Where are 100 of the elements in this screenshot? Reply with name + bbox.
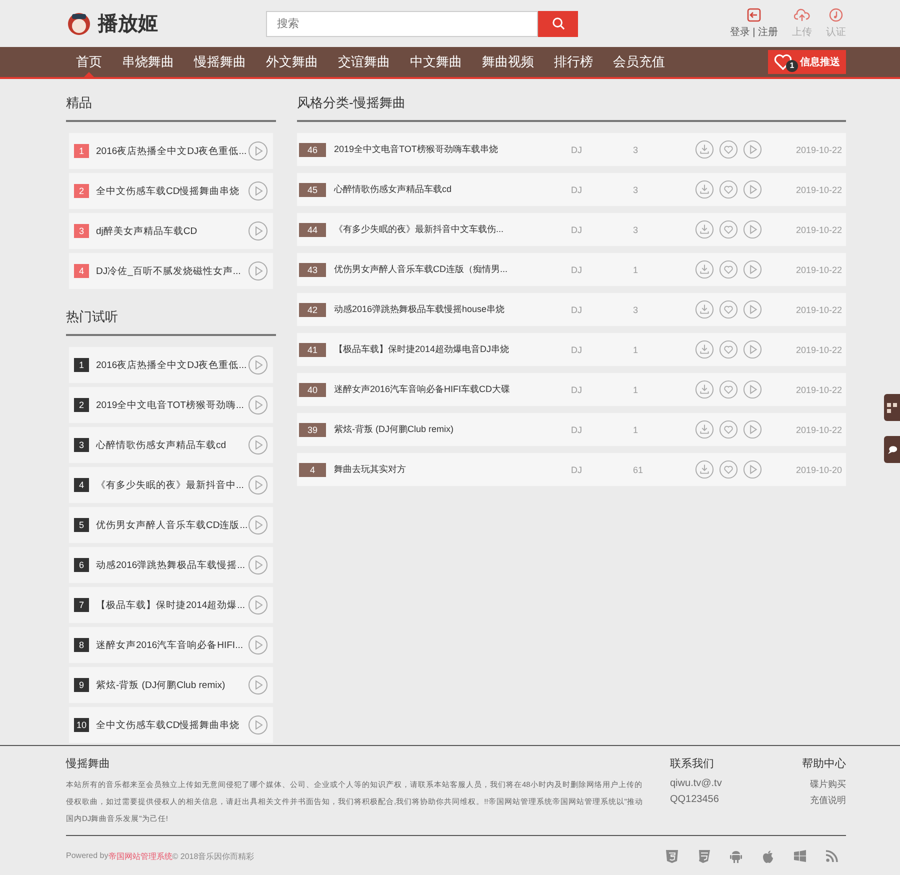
nav-tab[interactable]: 外文舞曲 [256,47,328,77]
nav-tab[interactable]: 交谊舞曲 [328,47,400,77]
track-row[interactable]: 45 心醉情歌伤感女声精品车载cd DJ 3 2019-10-22 [297,173,846,206]
nav-tab[interactable]: 舞曲视频 [472,47,544,77]
download-icon[interactable] [695,340,714,359]
nav-tab[interactable]: 排行榜 [544,47,603,77]
track-title[interactable]: 优伤男女声醉人音乐车载CD连版（痴情男... [334,263,571,276]
rss-icon[interactable] [826,850,838,862]
play-icon[interactable] [248,635,268,655]
play-icon[interactable] [248,141,268,161]
song-item[interactable]: 10 全中文伤感车载CD慢摇舞曲串烧 [69,707,273,743]
song-title[interactable]: 紫炫-背叛 (DJ何鹏Club remix) [96,678,248,692]
song-title[interactable]: dj醉美女声精品车载CD [96,224,248,238]
download-icon[interactable] [695,460,714,479]
download-icon[interactable] [695,260,714,279]
song-item[interactable]: 7 【极品车载】保时捷2014超劲爆... [69,587,273,623]
notification-button[interactable]: 1 信息推送 [768,50,846,74]
track-title[interactable]: 【极品车载】保时捷2014超劲爆电音DJ串烧 [334,343,571,356]
song-title[interactable]: 【极品车载】保时捷2014超劲爆... [96,598,248,612]
song-title[interactable]: 2016夜店热播全中文DJ夜色重低... [96,144,248,158]
track-row[interactable]: 40 迷醉女声2016汽车音响必备HIFI车载CD大碟 DJ 1 2019-10-22 [297,373,846,406]
play-icon[interactable] [248,595,268,615]
play-icon[interactable] [248,675,268,695]
track-row[interactable]: 4 舞曲去玩其实对方 DJ 61 2019-10-20 [297,453,846,486]
track-title[interactable]: 2019全中文电音TOT榜猴哥劲嗨车载串烧 [334,143,571,156]
track-title[interactable]: 舞曲去玩其实对方 [334,463,571,476]
play-icon[interactable] [248,555,268,575]
help-link[interactable]: 充值说明 [810,792,846,808]
nav-tab[interactable]: 串烧舞曲 [112,47,184,77]
play-icon[interactable] [248,475,268,495]
song-item[interactable]: 1 2016夜店热播全中文DJ夜色重低... [69,347,273,383]
nav-tab[interactable]: 首页 [66,47,112,77]
track-title[interactable]: 心醉情歌伤感女声精品车载cd [334,183,571,196]
windows-icon[interactable] [794,850,806,862]
side-chat-button[interactable] [884,436,900,463]
download-icon[interactable] [695,300,714,319]
play-icon[interactable] [743,220,762,239]
download-icon[interactable] [695,180,714,199]
play-icon[interactable] [248,515,268,535]
download-icon[interactable] [695,420,714,439]
user-link[interactable]: 登录 | 注册 [730,8,778,39]
side-qr-button[interactable] [884,394,900,421]
play-icon[interactable] [248,181,268,201]
download-icon[interactable] [695,140,714,159]
play-icon[interactable] [248,395,268,415]
song-title[interactable]: 《有多少失眠的夜》最新抖音中... [96,478,248,492]
play-icon[interactable] [248,261,268,281]
play-icon[interactable] [248,355,268,375]
play-icon[interactable] [743,300,762,319]
song-title[interactable]: 全中文伤感车载CD慢摇舞曲串烧 [96,184,248,198]
search-field[interactable]: 搜索 [266,10,538,36]
song-item[interactable]: 6 动感2016弹跳热舞极品车载慢摇... [69,547,273,583]
song-item[interactable]: 9 紫炫-背叛 (DJ何鹏Club remix) [69,667,273,703]
css3-icon[interactable] [698,850,710,862]
song-item[interactable]: 1 2016夜店热播全中文DJ夜色重低... [69,133,273,169]
apple-icon[interactable] [762,850,774,862]
song-item[interactable]: 3 心醉情歌伤感女声精品车载cd [69,427,273,463]
song-title[interactable]: DJ冷佐_百听不腻发烧磁性女声... [96,264,248,278]
search-button[interactable] [538,10,578,36]
song-title[interactable]: 2016夜店热播全中文DJ夜色重低... [96,358,248,372]
track-title[interactable]: 动感2016弹跳热舞极品车载慢摇house串烧 [334,303,571,316]
track-title[interactable]: 《有多少失眠的夜》最新抖音中文车载伤... [334,223,571,236]
song-title[interactable]: 全中文伤感车载CD慢摇舞曲串烧 [96,718,248,732]
play-icon[interactable] [743,140,762,159]
track-title[interactable]: 迷醉女声2016汽车音响必备HIFI车载CD大碟 [334,383,571,396]
song-item[interactable]: 5 优伤男女声醉人音乐车载CD连版... [69,507,273,543]
song-title[interactable]: 动感2016弹跳热舞极品车载慢摇... [96,558,248,572]
play-icon[interactable] [248,221,268,241]
html5-icon[interactable] [666,850,678,862]
android-icon[interactable] [730,850,742,862]
track-row[interactable]: 43 优伤男女声醉人音乐车载CD连版（痴情男... DJ 1 2019-10-22 [297,253,846,286]
play-icon[interactable] [743,460,762,479]
play-icon[interactable] [743,260,762,279]
play-icon[interactable] [743,380,762,399]
help-link[interactable]: 碟片购买 [810,776,846,792]
track-row[interactable]: 42 动感2016弹跳热舞极品车载慢摇house串烧 DJ 3 2019-10-22 [297,293,846,326]
song-item[interactable]: 8 迷醉女声2016汽车音响必备HIFI... [69,627,273,663]
logo-text[interactable]: 播放姬 [98,10,158,37]
song-item[interactable]: 2 2019全中文电音TOT榜猴哥劲嗨... [69,387,273,423]
play-icon[interactable] [743,180,762,199]
track-row[interactable]: 44 《有多少失眠的夜》最新抖音中文车载伤... DJ 3 2019-10-22 [297,213,846,246]
song-title[interactable]: 迷醉女声2016汽车音响必备HIFI... [96,638,248,652]
track-row[interactable]: 39 紫炫-背叛 (DJ何鹏Club remix) DJ 1 2019-10-22 [297,413,846,446]
nav-tab[interactable]: 慢摇舞曲 [184,47,256,77]
play-icon[interactable] [248,435,268,455]
song-title[interactable]: 2019全中文电音TOT榜猴哥劲嗨... [96,398,248,412]
song-title[interactable]: 优伤男女声醉人音乐车载CD连版... [96,518,248,532]
track-row[interactable]: 41 【极品车载】保时捷2014超劲爆电音DJ串烧 DJ 1 2019-10-22 [297,333,846,366]
download-icon[interactable] [695,380,714,399]
song-item[interactable]: 4 DJ冷佐_百听不腻发烧磁性女声... [69,253,273,289]
track-title[interactable]: 紫炫-背叛 (DJ何鹏Club remix) [334,423,571,436]
play-icon[interactable] [743,420,762,439]
song-item[interactable]: 2 全中文伤感车载CD慢摇舞曲串烧 [69,173,273,209]
song-item[interactable]: 3 dj醉美女声精品车载CD [69,213,273,249]
download-icon[interactable] [695,220,714,239]
track-row[interactable]: 46 2019全中文电音TOT榜猴哥劲嗨车载串烧 DJ 3 2019-10-22 [297,133,846,166]
play-icon[interactable] [743,340,762,359]
play-icon[interactable] [248,715,268,735]
nav-tab[interactable]: 会员充值 [603,47,675,77]
nav-tab[interactable]: 中文舞曲 [400,47,472,77]
